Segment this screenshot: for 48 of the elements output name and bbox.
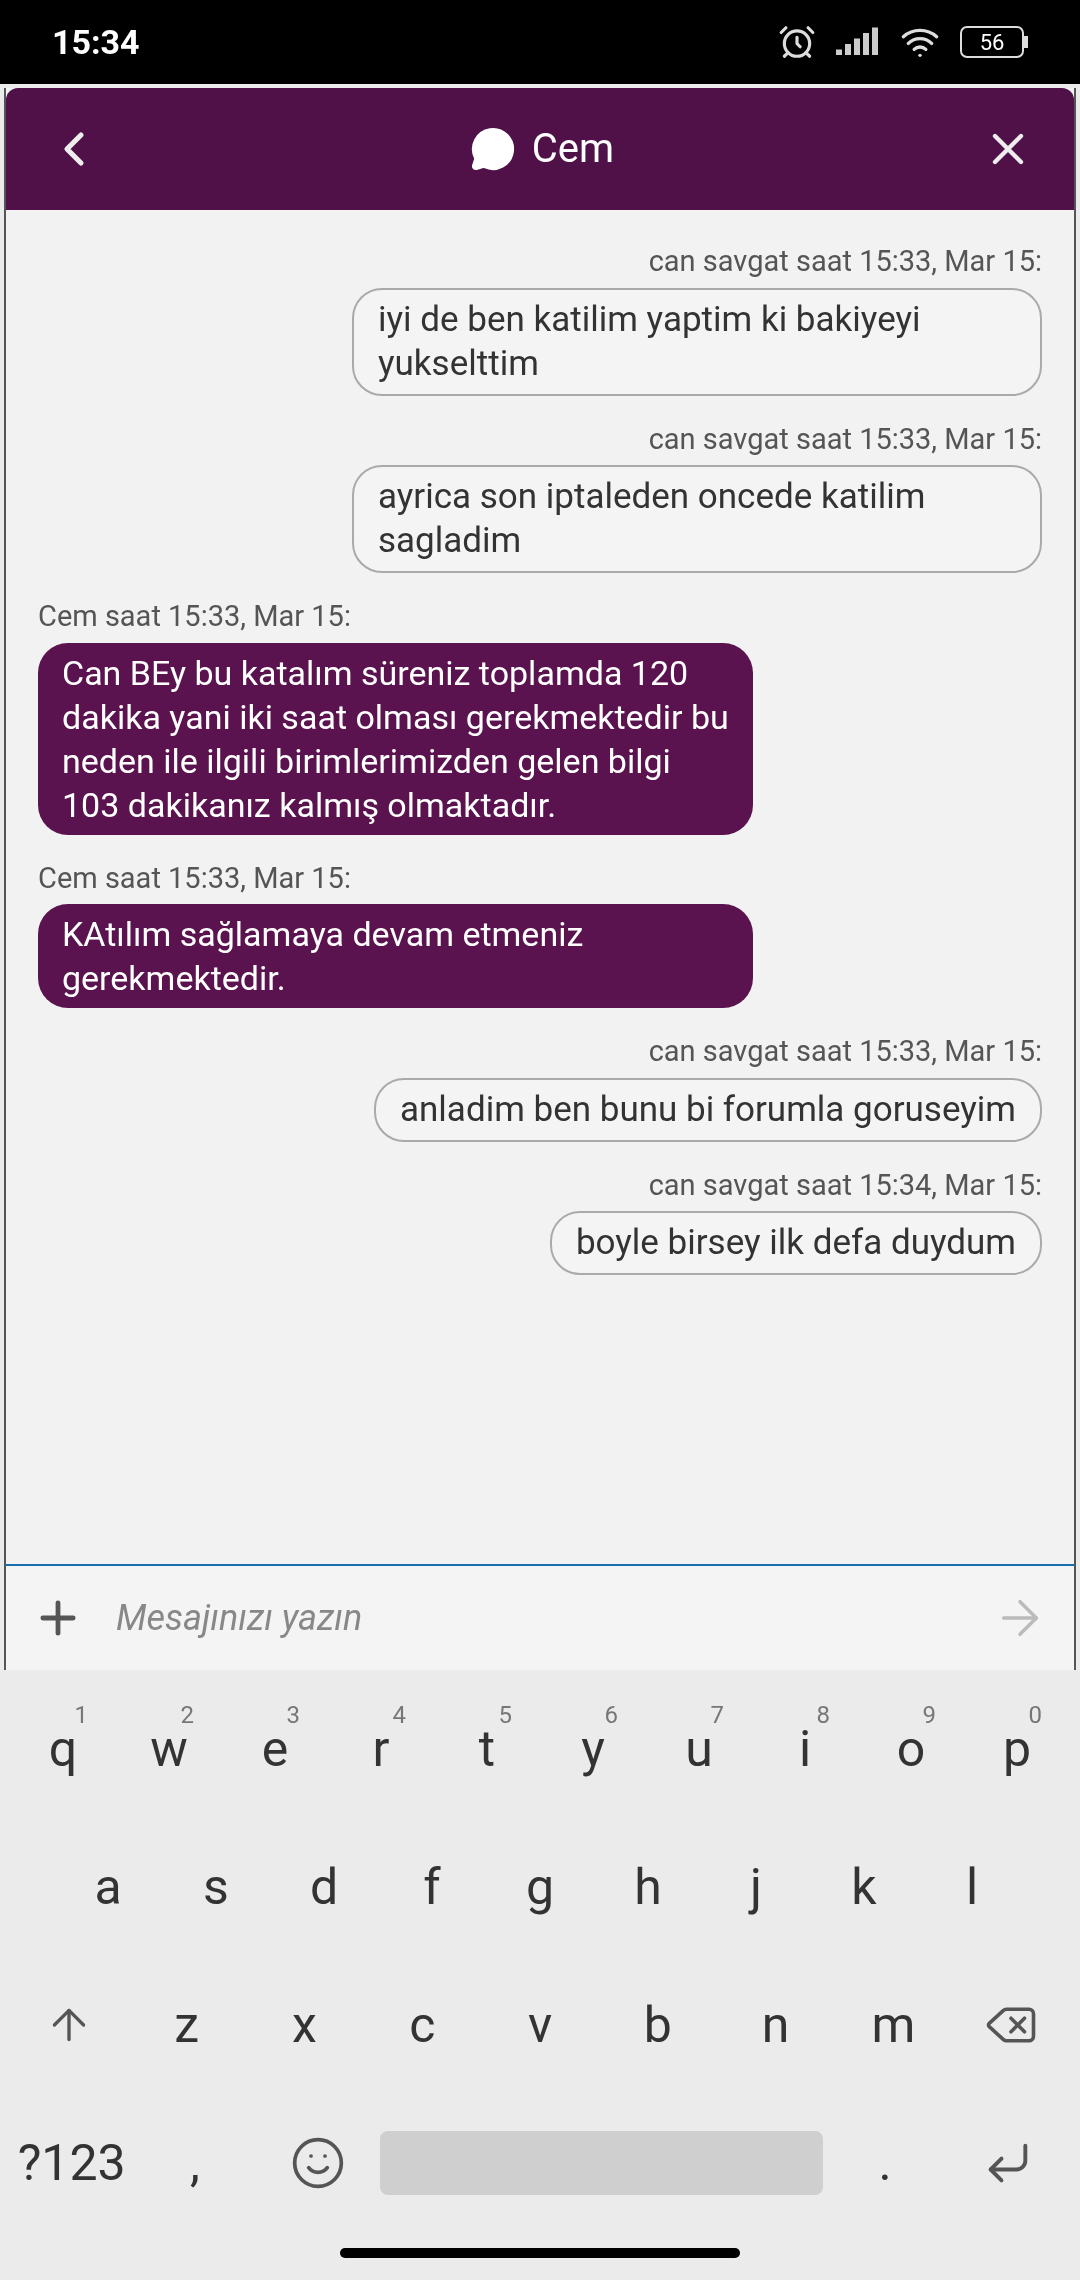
key-hint: 9 — [922, 1700, 936, 1731]
message-meta: can savgat saat 15:33, Mar 15: — [648, 420, 1042, 458]
message-bubble: Can BEy bu katalım süreniz toplamda 120 dakika yani iki saat olması gerekmektedir bu neden ile ilgili birimlerimizden gelen bilgi 103 dakikanız kalmış olmaktadır. — [38, 642, 753, 835]
key-hint: 3 — [286, 1700, 300, 1731]
keyboard-key[interactable]: . — [823, 2103, 947, 2223]
keyboard-key[interactable]: z — [127, 1965, 246, 2085]
key-hint: 4 — [392, 1700, 406, 1731]
message-bubble: iyi de ben katilim yaptim ki bakiyeyi yukselttim — [352, 287, 1042, 396]
keyboard-key[interactable]: h — [594, 1827, 702, 1947]
chat-bubble-icon — [469, 126, 516, 172]
key-hint: 6 — [604, 1700, 618, 1731]
key-hint: 2 — [180, 1700, 194, 1731]
keyboard-key[interactable]: b — [598, 1965, 717, 2085]
keyboard-key[interactable]: f — [378, 1827, 486, 1947]
battery-indicator: 56 — [960, 26, 1028, 58]
alarm-icon — [778, 23, 816, 61]
keyboard-key[interactable]: , — [133, 2103, 257, 2223]
key-hint: 8 — [816, 1700, 830, 1731]
keyboard-key[interactable]: l — [918, 1827, 1026, 1947]
message-meta: Cem saat 15:33, Mar 15: — [38, 859, 351, 897]
message-meta: can savgat saat 15:33, Mar 15: — [648, 243, 1042, 280]
message-bubble: boyle birsey ilk defa duydum — [549, 1211, 1042, 1275]
keyboard-key[interactable]: ?123 — [10, 2103, 134, 2223]
message-bubble: ayrica son iptaleden oncede katilim sagladim — [352, 465, 1042, 573]
message-input[interactable]: Mesajınızı yazın — [116, 1591, 960, 1645]
keyboard-key[interactable]: d — [270, 1827, 378, 1947]
signal-icon — [836, 27, 880, 57]
key-hint: 5 — [498, 1700, 512, 1731]
key-hint: 0 — [1028, 1700, 1042, 1731]
message-meta: can savgat saat 15:34, Mar 15: — [648, 1166, 1042, 1204]
keyboard-key[interactable]: j — [702, 1827, 810, 1947]
key-hint: 1 — [74, 1700, 88, 1731]
keyboard-key[interactable]: s — [162, 1827, 270, 1947]
message-bubble: KAtılım sağlamaya devam etmeniz gerekmektedir. — [38, 904, 753, 1008]
key-hint: 7 — [710, 1700, 724, 1731]
chat-title: Cem — [531, 124, 615, 174]
message-meta: can savgat saat 15:33, Mar 15: — [648, 1033, 1042, 1070]
status-time: 15:34 — [52, 20, 140, 64]
message-meta: Cem saat 15:33, Mar 15: — [38, 598, 351, 635]
message-bubble: anladim ben bunu bi forumla goruseyim — [374, 1077, 1042, 1142]
keyboard-key[interactable]: m — [834, 1965, 953, 2085]
keyboard-key[interactable]: k — [810, 1827, 918, 1947]
keyboard-key[interactable]: a — [54, 1827, 162, 1947]
keyboard-key[interactable]: n — [716, 1965, 835, 2085]
keyboard-key[interactable]: x — [245, 1965, 364, 2085]
keyboard-key[interactable]: c — [363, 1965, 482, 2085]
keyboard-key[interactable]: v — [481, 1965, 599, 2085]
keyboard-key[interactable]: g — [486, 1827, 594, 1947]
